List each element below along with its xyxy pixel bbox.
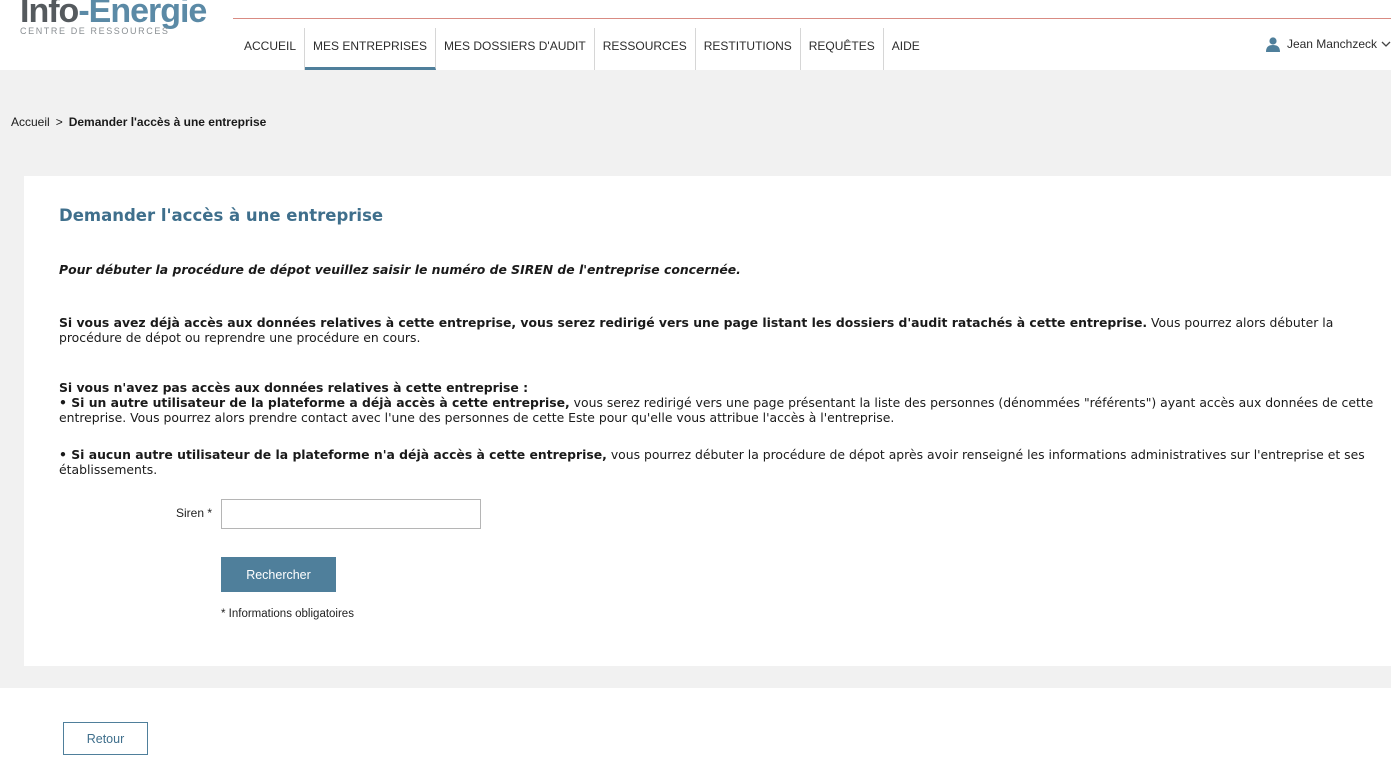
brand-logo[interactable]: Info-Energie CENTRE DE RESSOURCES	[20, 0, 230, 38]
nav-item-restitutions[interactable]: RESTITUTIONS	[696, 28, 801, 70]
back-button[interactable]: Retour	[63, 722, 148, 755]
info-paragraph-no-access: Si vous n'avez pas accès aux données rel…	[59, 380, 1379, 425]
page-title: Demander l'accès à une entreprise	[59, 206, 384, 225]
main-nav: ACCUEIL MES ENTREPRISES MES DOSSIERS D'A…	[236, 28, 928, 70]
user-menu[interactable]: Jean Manchzeck	[1265, 36, 1391, 52]
info-paragraph-access: Si vous avez déjà accès aux données rela…	[59, 315, 1379, 345]
footer-panel: Retour	[0, 688, 1391, 760]
request-access-panel: Demander l'accès à une entreprise Pour d…	[24, 176, 1391, 666]
top-header: Info-Energie CENTRE DE RESSOURCES ACCUEI…	[0, 0, 1391, 70]
info-paragraph-no-user: • Si aucun autre utilisateur de la plate…	[59, 447, 1379, 477]
user-name: Jean Manchzeck	[1286, 37, 1377, 51]
chevron-down-icon	[1381, 41, 1391, 47]
nav-item-accueil[interactable]: ACCUEIL	[236, 28, 306, 70]
no-access-heading: Si vous n'avez pas accès aux données rel…	[59, 380, 529, 395]
header-divider	[233, 18, 1391, 19]
siren-input[interactable]	[221, 499, 481, 529]
brand-tagline: CENTRE DE RESSOURCES	[20, 26, 170, 36]
user-icon	[1265, 37, 1280, 52]
nav-item-ressources[interactable]: RESSOURCES	[595, 28, 696, 70]
breadcrumb: Accueil > Demander l'accès à une entrepris…	[11, 115, 266, 129]
no-user-bold-text: • Si aucun autre utilisateur de la plate…	[59, 447, 607, 462]
nav-item-mes-dossiers-audit[interactable]: MES DOSSIERS D'AUDIT	[436, 28, 595, 70]
access-bold-text: Si vous avez déjà accès aux données rela…	[59, 315, 1148, 330]
other-user-bold-text: • Si un autre utilisateur de la platefor…	[59, 395, 570, 410]
nav-item-aide[interactable]: AIDE	[884, 28, 928, 70]
siren-label: Siren *	[176, 506, 213, 520]
breadcrumb-current: Demander l'accès à une entreprise	[68, 115, 267, 129]
nav-item-requetes[interactable]: REQUÊTES	[801, 28, 884, 70]
nav-item-mes-entreprises[interactable]: MES ENTREPRISES	[305, 28, 437, 70]
intro-text: Pour débuter la procédure de dépot veuil…	[59, 262, 741, 277]
breadcrumb-separator: >	[55, 115, 63, 129]
required-fields-note: * Informations obligatoires	[221, 608, 354, 620]
breadcrumb-home-link[interactable]: Accueil	[11, 115, 50, 129]
search-button[interactable]: Rechercher	[221, 557, 336, 592]
